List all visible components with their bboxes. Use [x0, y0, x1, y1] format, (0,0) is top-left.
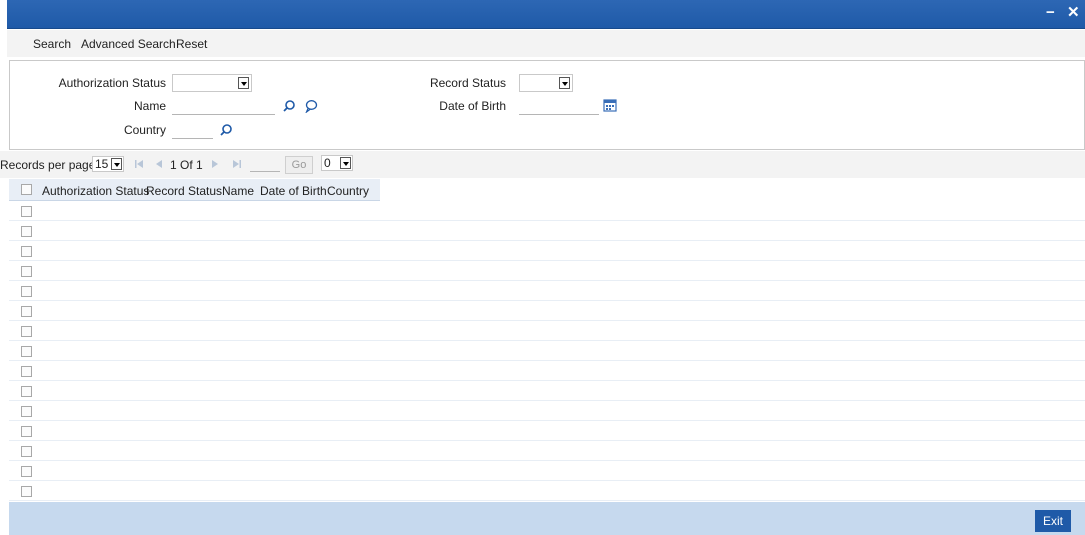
grid-header: Authorization Status Record Status Name … — [9, 179, 380, 201]
table-row[interactable] — [9, 281, 1085, 301]
advanced-search-button[interactable]: Advanced Search — [81, 37, 176, 51]
prev-page-icon[interactable] — [154, 159, 164, 169]
column-record-status[interactable]: Record Status — [146, 184, 222, 198]
record-status-select[interactable] — [519, 74, 573, 92]
row-checkbox[interactable] — [21, 266, 32, 277]
column-country[interactable]: Country — [327, 184, 369, 198]
chevron-down-icon — [340, 157, 351, 169]
table-row[interactable] — [9, 241, 1085, 261]
pager: Records per page 15 1 Of 1 Go 0 — [0, 151, 1085, 178]
chevron-down-icon — [559, 77, 570, 89]
column-date-of-birth[interactable]: Date of Birth — [260, 184, 327, 198]
authorization-status-label: Authorization Status — [58, 76, 166, 90]
table-row[interactable] — [9, 201, 1085, 221]
records-per-page-select[interactable]: 15 — [92, 156, 124, 172]
select-all-checkbox[interactable] — [21, 184, 32, 195]
row-checkbox[interactable] — [21, 306, 32, 317]
row-checkbox[interactable] — [21, 346, 32, 357]
country-label: Country — [123, 123, 166, 137]
search-icon[interactable] — [219, 123, 233, 137]
table-row[interactable] — [9, 301, 1085, 321]
table-row[interactable] — [9, 221, 1085, 241]
table-row[interactable] — [9, 461, 1085, 481]
toolbar: Search Advanced Search Reset — [7, 30, 1085, 57]
name-input[interactable] — [172, 99, 275, 115]
search-form: Authorization Status Name Country Record… — [9, 60, 1085, 150]
window-titlebar: − ✕ — [7, 0, 1085, 29]
page-indicator: 1 Of 1 — [170, 158, 203, 172]
table-row[interactable] — [9, 481, 1085, 501]
row-checkbox[interactable] — [21, 466, 32, 477]
next-page-icon[interactable] — [210, 159, 220, 169]
last-page-icon[interactable] — [232, 159, 242, 169]
row-checkbox[interactable] — [21, 406, 32, 417]
column-name[interactable]: Name — [222, 184, 254, 198]
reset-button[interactable]: Reset — [176, 37, 207, 51]
row-checkbox[interactable] — [21, 426, 32, 437]
minimize-icon[interactable]: − — [1046, 4, 1055, 22]
first-page-icon[interactable] — [134, 159, 144, 169]
country-input[interactable] — [172, 123, 213, 139]
comment-icon[interactable] — [304, 99, 318, 113]
exit-button[interactable]: Exit — [1035, 510, 1071, 532]
row-checkbox[interactable] — [21, 486, 32, 497]
date-of-birth-label: Date of Birth — [439, 99, 506, 113]
table-row[interactable] — [9, 321, 1085, 341]
table-row[interactable] — [9, 401, 1085, 421]
chevron-down-icon — [238, 77, 249, 89]
row-checkbox[interactable] — [21, 226, 32, 237]
table-row[interactable] — [9, 381, 1085, 401]
table-row[interactable] — [9, 441, 1085, 461]
grid-body — [9, 201, 1085, 502]
row-checkbox[interactable] — [21, 366, 32, 377]
search-button[interactable]: Search — [33, 37, 71, 51]
records-per-page-label: Records per page — [0, 158, 96, 172]
row-checkbox[interactable] — [21, 206, 32, 217]
page-select-value: 0 — [324, 156, 331, 170]
row-checkbox[interactable] — [21, 386, 32, 397]
go-button[interactable]: Go — [285, 156, 313, 174]
date-of-birth-input[interactable] — [519, 99, 599, 115]
authorization-status-select[interactable] — [172, 74, 252, 92]
search-icon[interactable] — [282, 99, 296, 113]
chevron-down-icon — [111, 158, 122, 170]
calendar-icon[interactable] — [603, 98, 617, 112]
close-icon[interactable]: ✕ — [1067, 4, 1080, 22]
column-authorization-status[interactable]: Authorization Status — [42, 184, 149, 198]
table-row[interactable] — [9, 341, 1085, 361]
table-row[interactable] — [9, 421, 1085, 441]
table-row[interactable] — [9, 361, 1085, 381]
page-select[interactable]: 0 — [321, 155, 353, 171]
row-checkbox[interactable] — [21, 286, 32, 297]
row-checkbox[interactable] — [21, 326, 32, 337]
record-status-label: Record Status — [429, 76, 506, 90]
page-number-input[interactable] — [250, 156, 280, 172]
records-per-page-value: 15 — [95, 157, 109, 171]
name-label: Name — [133, 99, 166, 113]
table-row[interactable] — [9, 261, 1085, 281]
row-checkbox[interactable] — [21, 446, 32, 457]
footer-bar: Exit — [9, 502, 1085, 535]
row-checkbox[interactable] — [21, 246, 32, 257]
